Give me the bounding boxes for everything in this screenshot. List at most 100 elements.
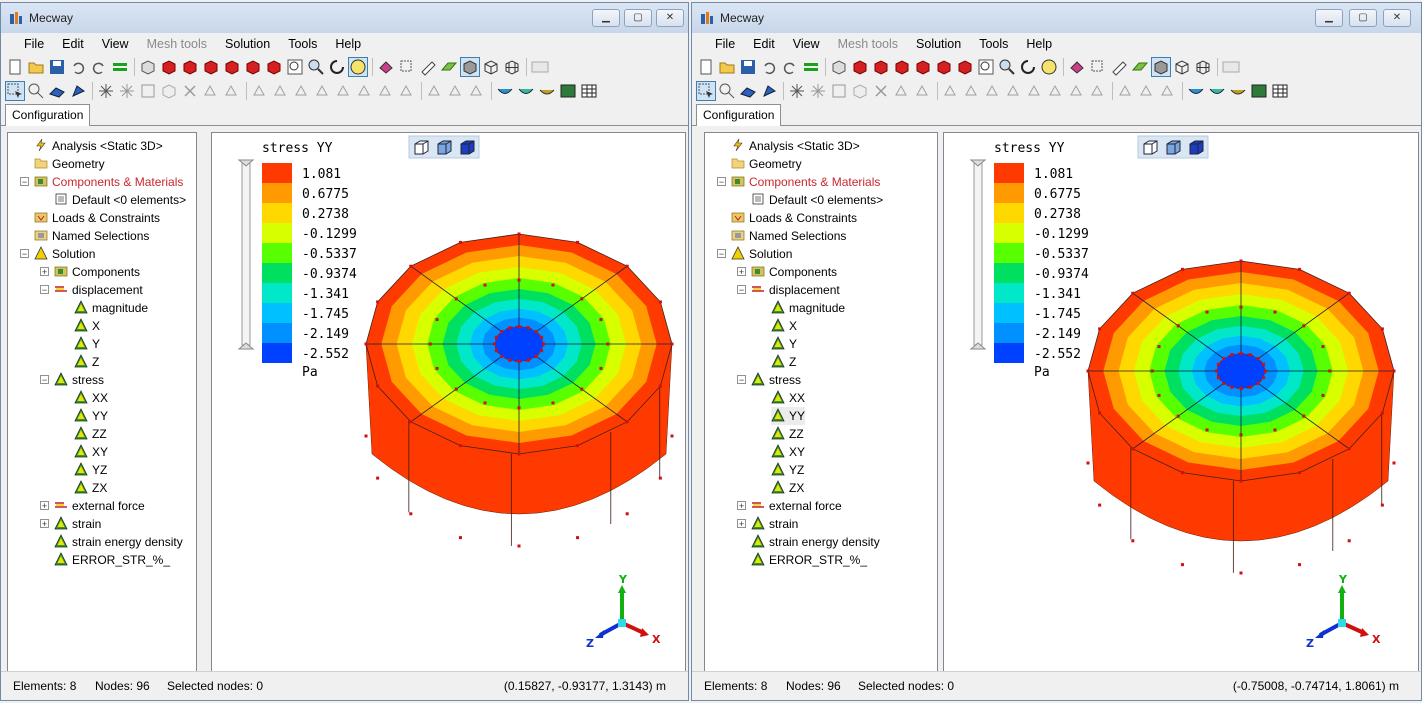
tree-item[interactable]: ZZ [74, 425, 107, 443]
close-button[interactable]: ✕ [656, 9, 684, 27]
tree-item[interactable]: ZX [74, 479, 107, 497]
menu-tools[interactable]: Tools [279, 33, 326, 55]
tool-tool-icon[interactable] [447, 82, 465, 100]
close-button[interactable]: ✕ [1383, 9, 1411, 27]
mecway-window-right[interactable]: Mecway ▁ ▢ ✕ File Edit View Mesh tools Solut… [691, 2, 1422, 701]
tool-tool-icon[interactable] [314, 82, 332, 100]
tree-item[interactable]: magnitude [771, 299, 845, 317]
menu-solution[interactable]: Solution [216, 33, 279, 55]
minimize-button[interactable]: ▁ [1315, 9, 1343, 27]
cube-red-tool-icon[interactable] [244, 58, 262, 76]
tool-tool-icon[interactable] [272, 82, 290, 100]
render-outline-cube-icon[interactable] [414, 140, 429, 155]
tree-item[interactable]: Default <0 elements> [751, 191, 883, 209]
cube-red-tool-icon[interactable] [181, 58, 199, 76]
sketch-tool-icon[interactable] [419, 58, 437, 76]
paint-tool-icon[interactable] [1068, 58, 1086, 76]
undo-tool-icon[interactable] [760, 58, 778, 76]
tree-item[interactable]: XY [74, 443, 108, 461]
undo-tool-icon[interactable] [69, 58, 87, 76]
tool-tool-icon[interactable] [356, 82, 374, 100]
cube-red-tool-icon[interactable] [202, 58, 220, 76]
star-tool-icon[interactable] [788, 82, 806, 100]
rotate-tool-icon[interactable] [1019, 58, 1037, 76]
grid-tool-icon[interactable] [580, 82, 598, 100]
tree-item[interactable]: stress [54, 371, 104, 389]
tool-tool-icon[interactable] [202, 82, 220, 100]
save-tool-icon[interactable] [48, 58, 66, 76]
tree-item[interactable]: Components & Materials [34, 173, 183, 191]
blue-tool-tool-icon[interactable] [48, 82, 66, 100]
select-dd-tool-icon[interactable] [398, 58, 416, 76]
lasso-tool-icon[interactable] [718, 82, 736, 100]
tree-item[interactable]: stress [751, 371, 801, 389]
tree-item[interactable]: external force [751, 497, 842, 515]
cylinder-mesh-model[interactable] [1086, 259, 1396, 575]
render-solid-cube-icon[interactable] [460, 140, 475, 155]
expand-toggle-icon[interactable]: + [737, 501, 746, 511]
legend-range-slider[interactable] [237, 159, 255, 350]
grid-tool-icon[interactable] [1271, 82, 1289, 100]
mecway-window-left[interactable]: Mecway ▁ ▢ ✕ File Edit View Mesh tools Solut… [0, 2, 689, 701]
view-solid-tool-icon[interactable] [1151, 57, 1171, 77]
menu-edit[interactable]: Edit [744, 33, 784, 55]
tree-item[interactable]: Geometry [34, 155, 105, 173]
open-folder-tool-icon[interactable] [27, 58, 45, 76]
zoom-box-tool-icon[interactable] [977, 58, 995, 76]
menu-edit[interactable]: Edit [53, 33, 93, 55]
cube-red-tool-icon[interactable] [851, 58, 869, 76]
tree-item[interactable]: Analysis <Static 3D> [34, 137, 163, 155]
bowl-teal-tool-icon[interactable] [1208, 82, 1226, 100]
cube-gray-tool-icon[interactable] [160, 82, 178, 100]
redo-tool-icon[interactable] [90, 58, 108, 76]
new-file-tool-icon[interactable] [697, 58, 715, 76]
select-tool-icon[interactable] [696, 81, 716, 101]
tab-configuration[interactable]: Configuration [5, 104, 91, 126]
tree-item[interactable]: Components [751, 263, 837, 281]
green-plate-tool-icon[interactable] [440, 58, 458, 76]
collapse-toggle-icon[interactable]: − [40, 285, 49, 295]
cylinder-mesh-model[interactable] [364, 232, 674, 548]
blue-tool2-tool-icon[interactable] [69, 82, 87, 100]
tree-item[interactable]: Loads & Constraints [731, 209, 857, 227]
tool-tool-icon[interactable] [398, 82, 416, 100]
cube-red-tool-icon[interactable] [893, 58, 911, 76]
view-solid-tool-icon[interactable] [460, 57, 480, 77]
3d-viewport[interactable]: stress YY 1.081 0.6775 0.2738 -0.1299 -0.5337… [211, 132, 686, 672]
bowl-blue-tool-icon[interactable] [496, 82, 514, 100]
cube-red-tool-icon[interactable] [956, 58, 974, 76]
collapse-toggle-icon[interactable]: − [20, 249, 29, 259]
view-wire-tool-icon[interactable] [482, 58, 500, 76]
expand-toggle-icon[interactable]: + [40, 519, 49, 529]
tree-item[interactable]: ERROR_STR_%_ [54, 551, 170, 569]
tree-item[interactable]: Named Selections [34, 227, 149, 245]
tree-item[interactable]: displacement [751, 281, 840, 299]
collapse-toggle-icon[interactable]: − [717, 249, 726, 259]
tree-item[interactable]: YZ [771, 461, 804, 479]
new-file-tool-icon[interactable] [6, 58, 24, 76]
tree-item[interactable]: strain [54, 515, 101, 533]
tree-item[interactable]: XY [771, 443, 805, 461]
tool-tool-icon[interactable] [893, 82, 911, 100]
tree-item[interactable]: XX [771, 389, 805, 407]
zoom-tool-icon[interactable] [307, 58, 325, 76]
menu-help[interactable]: Help [1017, 33, 1061, 55]
star2-tool-icon[interactable] [118, 82, 136, 100]
3d-viewport[interactable]: stress YY 1.081 0.6775 0.2738 -0.1299 -0.5337… [943, 132, 1419, 672]
view-mesh-tool-icon[interactable] [503, 58, 521, 76]
tool-tool-icon[interactable] [426, 82, 444, 100]
blue-tool2-tool-icon[interactable] [760, 82, 778, 100]
title-bar[interactable]: Mecway ▁ ▢ ✕ [692, 3, 1421, 33]
tree-item[interactable]: strain energy density [751, 533, 880, 551]
tool-tool-icon[interactable] [942, 82, 960, 100]
expand-toggle-icon[interactable]: + [737, 267, 746, 277]
tree-item[interactable]: Y [74, 335, 100, 353]
tree-item[interactable]: Z [74, 353, 99, 371]
cube-red-tool-icon[interactable] [160, 58, 178, 76]
scroll-tool-icon[interactable] [531, 58, 549, 76]
tree-item[interactable]: ZX [771, 479, 804, 497]
render-mode-buttons[interactable] [1137, 135, 1209, 159]
tree-item[interactable]: X [771, 317, 797, 335]
mixed-tool-icon[interactable] [1229, 82, 1247, 100]
3d-view-canvas[interactable]: stress YY 1.081 0.6775 0.2738 -0.1299 -0.5337… [944, 133, 1418, 671]
